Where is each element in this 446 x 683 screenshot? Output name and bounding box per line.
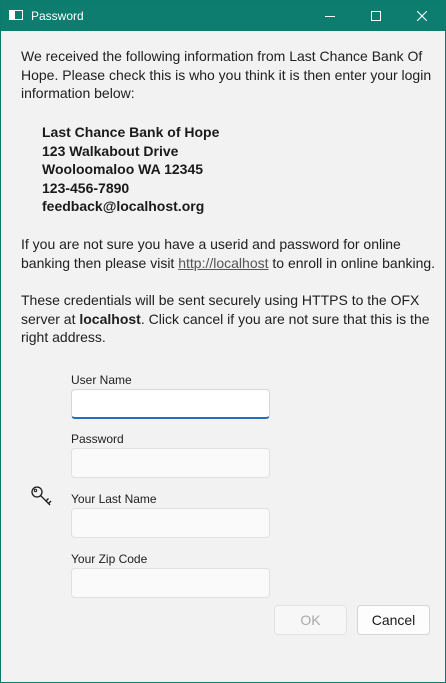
bank-phone: 123-456-7890 [42,179,130,196]
minimize-icon[interactable] [307,1,353,31]
security-prefix: server at [21,310,80,327]
close-x-glyph [417,11,427,21]
intro-line-1: We received the following information fr… [21,48,423,64]
intro-line-2: Hope. Please check this is who you think… [21,66,432,83]
security-line-2: server at localhost. Click cancel if you… [21,310,430,329]
last-name-label: Your Last Name [71,492,157,506]
dialog-body: We received the following information fr… [1,31,445,682]
enroll-suffix: to enroll in online banking. [268,254,435,271]
username-input[interactable] [71,389,270,419]
last-name-input[interactable] [71,508,270,538]
zip-code-label: Your Zip Code [71,552,148,566]
maximize-icon[interactable] [353,1,399,31]
security-line-1: These credentials will be sent securely … [21,292,420,308]
intro-line-3: information below: [21,85,135,102]
bank-name: Last Chance Bank of Hope [42,124,220,140]
password-input[interactable] [71,448,270,478]
security-line-3: right address. [21,329,106,346]
bank-street: 123 Walkabout Drive [42,142,179,159]
enroll-text: If you are not sure you have a userid an… [21,235,435,272]
app-window-icon [9,10,23,20]
zip-code-input[interactable] [71,568,270,598]
close-icon[interactable] [399,1,445,31]
username-label: User Name [71,373,132,387]
key-icon [30,485,54,512]
enroll-line-1: If you are not sure you have a userid an… [21,236,401,252]
password-dialog: Password We received the following infor… [0,0,446,683]
enroll-line-2: banking then please visit http://localho… [21,254,435,273]
intro-text: We received the following information fr… [21,47,431,103]
security-suffix: . Click cancel if you are not sure that … [140,310,430,327]
bank-city: Wooloomaloo WA 12345 [42,161,204,178]
cancel-button[interactable]: Cancel [357,605,430,635]
title-bar[interactable]: Password [1,1,445,31]
server-name: localhost [79,310,141,327]
security-text: These credentials will be sent securely … [21,291,430,347]
enroll-link[interactable]: http://localhost [178,255,268,271]
bank-email: feedback@localhost.org [42,198,205,215]
ok-button[interactable]: OK [274,605,347,635]
enroll-prefix: banking then please visit [21,254,179,271]
window-title: Password [31,9,84,23]
bank-address: Last Chance Bank of Hope 123 Walkabout D… [42,123,219,216]
password-label: Password [71,432,124,446]
